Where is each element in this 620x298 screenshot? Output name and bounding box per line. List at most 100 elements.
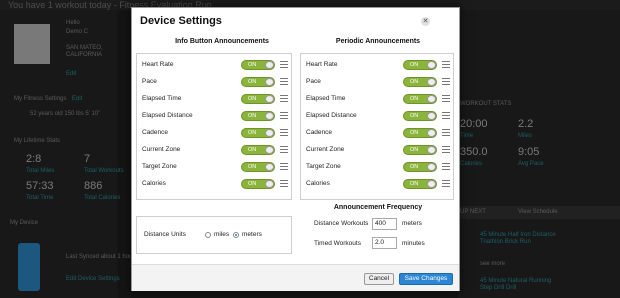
miles-radio-label[interactable]: miles [214,231,229,238]
distance-units-panel: Distance Units miles meters [136,216,292,254]
toggle-knob [265,146,274,154]
toggle-knob [427,95,436,103]
announcement-label: Heart Rate [306,61,338,68]
drag-handle-icon[interactable] [442,146,450,154]
toggle-knob [265,112,274,120]
dialog-title: Device Settings [140,15,222,27]
drag-handle-icon[interactable] [280,180,288,188]
meters-radio-label[interactable]: meters [242,231,262,238]
toggle-knob [265,180,274,188]
info-announcements-list: Heart Rate ON Pace ON Elapsed Time ON Elapsed … [136,53,292,200]
toggle-knob [427,112,436,120]
frequency-title: Announcement Frequency [333,204,423,211]
drag-handle-icon[interactable] [280,112,288,120]
drag-handle-icon[interactable] [442,163,450,171]
cancel-button[interactable]: Cancel [364,273,394,285]
meters-radio[interactable] [233,232,239,238]
announcement-row: Calories ON [137,178,291,190]
announcement-toggle[interactable]: ON [241,145,275,155]
announcement-toggle[interactable]: ON [403,179,437,189]
announcement-toggle[interactable]: ON [403,162,437,172]
drag-handle-icon[interactable] [280,163,288,171]
announcement-toggle[interactable]: ON [403,111,437,121]
toggle-knob [265,61,274,69]
device-settings-dialog: Device Settings ✕ Info Button Announceme… [131,7,460,291]
drag-handle-icon[interactable] [442,180,450,188]
drag-handle-icon[interactable] [442,61,450,69]
announcement-toggle[interactable]: ON [241,77,275,87]
drag-handle-icon[interactable] [442,112,450,120]
toggle-state: ON [410,62,419,68]
drag-handle-icon[interactable] [280,129,288,137]
announcement-label: Current Zone [306,146,345,153]
announcement-toggle[interactable]: ON [403,128,437,138]
announcement-row: Cadence ON [137,127,291,139]
announcement-label: Heart Rate [142,61,174,68]
toggle-state: ON [410,96,419,102]
announcement-label: Pace [142,78,157,85]
announcement-row: Target Zone ON [137,161,291,173]
toggle-state: ON [248,147,257,153]
announcement-toggle[interactable]: ON [403,94,437,104]
drag-handle-icon[interactable] [280,61,288,69]
toggle-state: ON [410,164,419,170]
toggle-state: ON [410,130,419,136]
toggle-state: ON [410,79,419,85]
info-announcements-title: Info Button Announcements [175,38,269,45]
distance-workouts-input[interactable]: 400 [372,218,397,230]
announcement-row: Elapsed Distance ON [301,110,453,122]
announcement-label: Calories [306,180,330,187]
close-icon[interactable]: ✕ [421,17,430,26]
toggle-state: ON [248,79,257,85]
periodic-announcements-title: Periodic Announcements [335,38,421,45]
announcement-label: Elapsed Distance [142,112,193,119]
announcement-row: Heart Rate ON [137,59,291,71]
drag-handle-icon[interactable] [442,78,450,86]
announcement-label: Pace [306,78,321,85]
toggle-knob [427,180,436,188]
drag-handle-icon[interactable] [280,95,288,103]
toggle-knob [265,95,274,103]
announcement-label: Elapsed Time [142,95,182,102]
announcement-toggle[interactable]: ON [241,111,275,121]
timed-workouts-label: Timed Workouts [314,240,361,247]
announcement-label: Cadence [306,129,333,136]
announcement-row: Pace ON [301,76,453,88]
toggle-state: ON [410,181,419,187]
distance-units-label: Distance Units [144,231,186,238]
announcement-row: Elapsed Distance ON [137,110,291,122]
save-changes-button[interactable]: Save Changes [399,273,453,285]
announcement-label: Target Zone [306,163,341,170]
timed-workouts-unit: minutes [402,240,425,247]
announcement-toggle[interactable]: ON [241,128,275,138]
announcement-row: Pace ON [137,76,291,88]
announcement-toggle[interactable]: ON [403,77,437,87]
miles-radio[interactable] [205,232,211,238]
announcement-row: Target Zone ON [301,161,453,173]
announcement-toggle[interactable]: ON [403,60,437,70]
announcement-row: Heart Rate ON [301,59,453,71]
drag-handle-icon[interactable] [280,146,288,154]
drag-handle-icon[interactable] [442,95,450,103]
announcement-row: Current Zone ON [301,144,453,156]
drag-handle-icon[interactable] [442,129,450,137]
toggle-state: ON [248,130,257,136]
drag-handle-icon[interactable] [280,78,288,86]
announcement-toggle[interactable]: ON [241,179,275,189]
distance-workouts-unit: meters [402,220,422,227]
announcement-toggle[interactable]: ON [403,145,437,155]
toggle-knob [265,78,274,86]
toggle-knob [427,146,436,154]
toggle-knob [427,78,436,86]
announcement-row: Elapsed Time ON [301,93,453,105]
announcement-row: Current Zone ON [137,144,291,156]
timed-workouts-input[interactable]: 2.0 [372,237,397,249]
announcement-toggle[interactable]: ON [241,94,275,104]
announcement-toggle[interactable]: ON [241,60,275,70]
announcement-row: Elapsed Time ON [137,93,291,105]
toggle-state: ON [248,181,257,187]
announcement-label: Cadence [142,129,169,136]
announcement-label: Calories [142,180,166,187]
announcement-toggle[interactable]: ON [241,162,275,172]
announcement-label: Target Zone [142,163,177,170]
